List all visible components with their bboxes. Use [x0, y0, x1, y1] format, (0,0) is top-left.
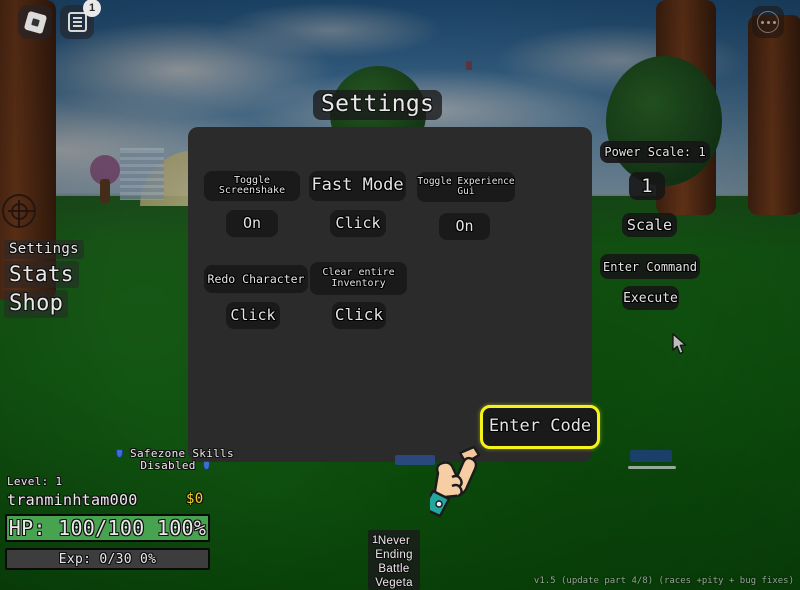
- power-scale-value[interactable]: 1: [629, 172, 665, 200]
- chat-badge: 1: [83, 0, 101, 17]
- foreground-tree-trunk: [748, 15, 800, 215]
- more-menu-button[interactable]: [752, 6, 784, 38]
- toggle-experience-gui-value[interactable]: On: [439, 213, 490, 240]
- player-money: $0: [186, 491, 204, 507]
- player-level: Level: 1: [7, 475, 63, 488]
- health-bar-label: HP: 100/100 100%: [8, 516, 207, 540]
- foreground-tree-foliage: [606, 56, 722, 186]
- game-screenshot: 1 Settings Stats Shop Settings Toggle Sc…: [0, 0, 800, 590]
- quest-line-2: Ending: [375, 549, 413, 561]
- sidebar-item-shop[interactable]: Shop: [4, 290, 69, 318]
- quest-tooltip[interactable]: 1 Never Ending Battle Vegeta: [368, 530, 420, 590]
- roblox-topbar: 1: [0, 0, 800, 44]
- toggle-screenshake-value[interactable]: On: [226, 210, 278, 237]
- flying-npc: [466, 61, 472, 70]
- version-text: v1.5 (update part 4/8) (races +pity + bu…: [533, 576, 794, 586]
- experience-bar: Exp: 0/30 0%: [5, 548, 210, 570]
- enter-command-input[interactable]: Enter Command: [600, 254, 700, 279]
- shield-icon: [202, 461, 210, 470]
- chat-button[interactable]: 1: [60, 0, 101, 39]
- background-building-1: [120, 148, 164, 200]
- quest-line-4: Vegeta: [375, 577, 413, 589]
- clear-entire-inventory-value[interactable]: Click: [332, 302, 386, 329]
- quest-bar-underline: [628, 466, 676, 469]
- quest-bar-left: [395, 455, 435, 465]
- scale-button[interactable]: Scale: [622, 213, 677, 237]
- clear-entire-inventory-button[interactable]: Clear entire Inventory: [310, 262, 407, 295]
- safezone-status: Safezone Skills Disabled: [100, 448, 250, 472]
- quest-line-3: Battle: [378, 563, 410, 575]
- background-tree-1: [88, 155, 122, 203]
- quest-line-1: Never: [377, 535, 411, 547]
- target-crosshair-icon[interactable]: [2, 194, 36, 228]
- player-name: tranminhtam000: [7, 491, 138, 509]
- redo-character-value[interactable]: Click: [226, 302, 280, 329]
- redo-character-button[interactable]: Redo Character: [204, 265, 308, 293]
- safezone-line-2: Disabled: [140, 459, 196, 472]
- settings-panel: Toggle Screenshake On Fast Mode Click To…: [188, 127, 600, 462]
- power-scale-label: Power Scale: 1: [600, 141, 710, 163]
- toggle-experience-gui-button[interactable]: Toggle Experience Gui: [417, 172, 515, 202]
- side-menu: Settings Stats Shop: [4, 240, 84, 320]
- fast-mode-button[interactable]: Fast Mode: [309, 171, 406, 201]
- quest-number: 1: [372, 534, 379, 546]
- roblox-logo-icon: [23, 10, 47, 34]
- shield-icon: [116, 449, 124, 458]
- roblox-logo-button[interactable]: [18, 5, 52, 39]
- mouse-arrow-cursor: [672, 333, 687, 355]
- tree-trunk: [100, 179, 110, 203]
- quest-bar-right: [630, 450, 672, 462]
- sidebar-item-stats[interactable]: Stats: [4, 261, 79, 288]
- more-dots-icon: [757, 11, 779, 33]
- execute-button[interactable]: Execute: [622, 286, 679, 310]
- fast-mode-value[interactable]: Click: [330, 210, 386, 237]
- chat-icon: [67, 12, 87, 32]
- pointing-hand-cursor: [430, 445, 481, 518]
- crosshair-inner: [10, 202, 28, 220]
- experience-bar-label: Exp: 0/30 0%: [58, 551, 157, 567]
- toggle-screenshake-button[interactable]: Toggle Screenshake: [204, 171, 300, 201]
- settings-panel-title: Settings: [313, 90, 443, 120]
- sidebar-item-settings[interactable]: Settings: [4, 240, 84, 259]
- health-bar: HP: 100/100 100%: [5, 514, 210, 542]
